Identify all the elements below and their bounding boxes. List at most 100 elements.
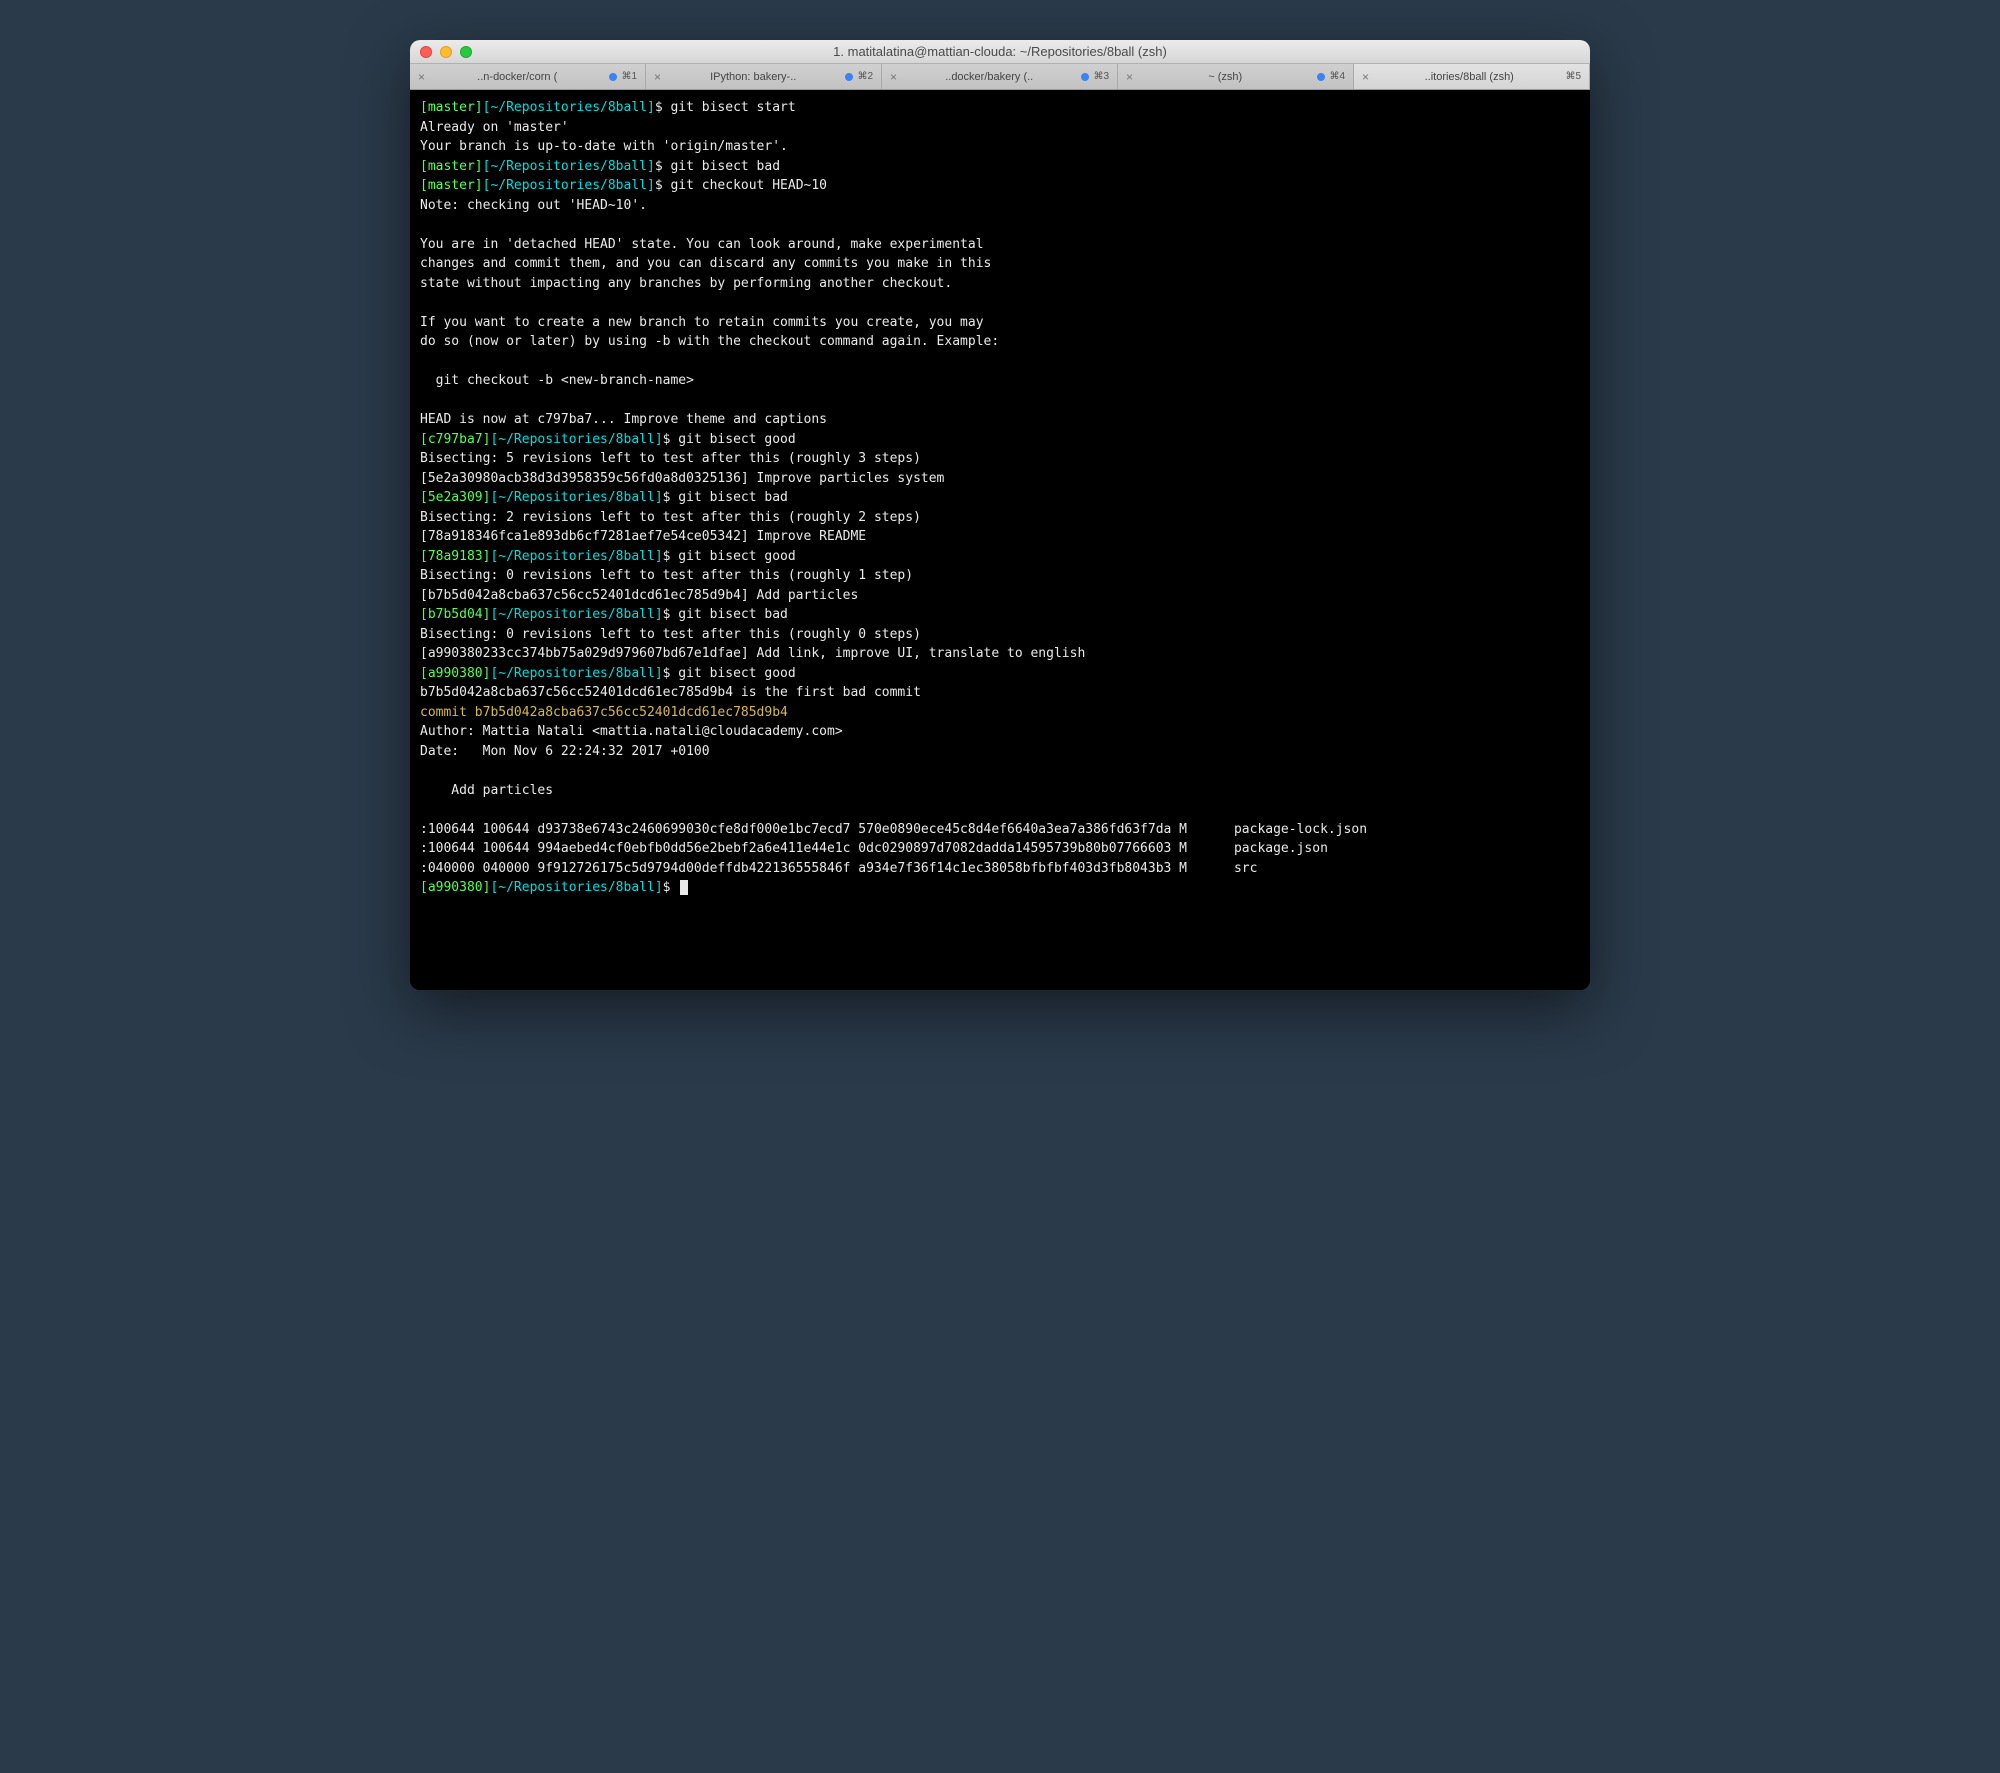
output-text	[420, 354, 428, 369]
prompt-path: [~/Repositories/8ball]	[490, 490, 662, 505]
output-text: Bisecting: 5 revisions left to test afte…	[420, 451, 921, 466]
prompt-path: [~/Repositories/8ball]	[483, 178, 655, 193]
output-text: [b7b5d042a8cba637c56cc52401dcd61ec785d9b…	[420, 588, 858, 603]
prompt-path: [~/Repositories/8ball]	[490, 880, 662, 895]
terminal-line: [a990380][~/Repositories/8ball]$	[420, 878, 1580, 898]
prompt-path: [~/Repositories/8ball]	[490, 432, 662, 447]
tab-label: ..itories/8ball (zsh)	[1373, 71, 1565, 83]
terminal-line: Add particles	[420, 781, 1580, 801]
prompt-branch: [b7b5d04]	[420, 607, 490, 622]
prompt-command: git checkout HEAD~10	[670, 178, 827, 193]
prompt-path: [~/Repositories/8ball]	[483, 100, 655, 115]
terminal-line: Bisecting: 2 revisions left to test afte…	[420, 508, 1580, 528]
prompt-branch: [master]	[420, 159, 483, 174]
terminal-line: [78a918346fca1e893db6cf7281aef7e54ce0534…	[420, 527, 1580, 547]
tab-label: IPython: bakery-..	[665, 71, 841, 83]
prompt-dollar: $	[655, 100, 671, 115]
tab-close-icon[interactable]: ×	[890, 70, 897, 84]
output-text: Your branch is up-to-date with 'origin/m…	[420, 139, 788, 154]
tab-0[interactable]: ×..n-docker/corn (⌘1	[410, 64, 646, 89]
tab-label: ~ (zsh)	[1137, 71, 1313, 83]
tab-shortcut: ⌘4	[1329, 71, 1345, 82]
prompt-command: git bisect start	[670, 100, 795, 115]
tab-close-icon[interactable]: ×	[1126, 70, 1133, 84]
tab-label: ..docker/bakery (..	[901, 71, 1077, 83]
output-text: Bisecting: 0 revisions left to test afte…	[420, 568, 913, 583]
activity-dot-icon	[845, 73, 853, 81]
prompt-dollar: $	[655, 178, 671, 193]
commit-line: commit b7b5d042a8cba637c56cc52401dcd61ec…	[420, 705, 788, 720]
output-text: Bisecting: 2 revisions left to test afte…	[420, 510, 921, 525]
prompt-branch: [5e2a309]	[420, 490, 490, 505]
output-text: Already on 'master'	[420, 120, 569, 135]
tab-close-icon[interactable]: ×	[654, 70, 661, 84]
prompt-dollar: $	[663, 880, 679, 895]
traffic-lights	[420, 46, 472, 58]
output-text	[420, 217, 428, 232]
close-window-button[interactable]	[420, 46, 432, 58]
tab-shortcut: ⌘3	[1093, 71, 1109, 82]
terminal-line: git checkout -b <new-branch-name>	[420, 371, 1580, 391]
tab-3[interactable]: × ~ (zsh) ⌘4	[1118, 64, 1354, 89]
output-text: Bisecting: 0 revisions left to test afte…	[420, 627, 921, 642]
prompt-dollar: $	[663, 666, 679, 681]
terminal-line: [5e2a309][~/Repositories/8ball]$ git bis…	[420, 488, 1580, 508]
terminal-line: HEAD is now at c797ba7... Improve theme …	[420, 410, 1580, 430]
output-text: :100644 100644 d93738e6743c2460699030cfe…	[420, 822, 1367, 837]
terminal-line: You are in 'detached HEAD' state. You ca…	[420, 235, 1580, 255]
cursor	[680, 880, 688, 895]
terminal-line	[420, 761, 1580, 781]
terminal-line: Date: Mon Nov 6 22:24:32 2017 +0100	[420, 742, 1580, 762]
tab-1[interactable]: ×IPython: bakery-..⌘2	[646, 64, 882, 89]
terminal-line: [78a9183][~/Repositories/8ball]$ git bis…	[420, 547, 1580, 567]
terminal-line: :040000 040000 9f912726175c5d9794d00deff…	[420, 859, 1580, 879]
terminal-line: Already on 'master'	[420, 118, 1580, 138]
prompt-dollar: $	[663, 549, 679, 564]
terminal-line: :100644 100644 d93738e6743c2460699030cfe…	[420, 820, 1580, 840]
terminal-line: Note: checking out 'HEAD~10'.	[420, 196, 1580, 216]
maximize-window-button[interactable]	[460, 46, 472, 58]
prompt-branch: [c797ba7]	[420, 432, 490, 447]
terminal-line	[420, 215, 1580, 235]
terminal-line	[420, 800, 1580, 820]
terminal-output[interactable]: [master][~/Repositories/8ball]$ git bise…	[410, 90, 1590, 990]
window-title: 1. matitalatina@mattian-clouda: ~/Reposi…	[420, 44, 1580, 59]
output-text: changes and commit them, and you can dis…	[420, 256, 991, 271]
prompt-command: git bisect good	[678, 432, 795, 447]
output-text: HEAD is now at c797ba7... Improve theme …	[420, 412, 827, 427]
output-text: :040000 040000 9f912726175c5d9794d00deff…	[420, 861, 1257, 876]
terminal-line: Bisecting: 5 revisions left to test afte…	[420, 449, 1580, 469]
output-text: [5e2a30980acb38d3d3958359c56fd0a8d032513…	[420, 471, 944, 486]
minimize-window-button[interactable]	[440, 46, 452, 58]
output-text: Note: checking out 'HEAD~10'.	[420, 198, 647, 213]
prompt-command: git bisect good	[678, 666, 795, 681]
tab-close-icon[interactable]: ×	[1362, 70, 1369, 84]
prompt-path: [~/Repositories/8ball]	[490, 549, 662, 564]
output-text: If you want to create a new branch to re…	[420, 315, 984, 330]
activity-dot-icon	[1081, 73, 1089, 81]
terminal-line: If you want to create a new branch to re…	[420, 313, 1580, 333]
terminal-line: [b7b5d042a8cba637c56cc52401dcd61ec785d9b…	[420, 586, 1580, 606]
output-text: state without impacting any branches by …	[420, 276, 952, 291]
prompt-dollar: $	[663, 432, 679, 447]
output-text	[420, 393, 428, 408]
activity-dot-icon	[1317, 73, 1325, 81]
tab-shortcut: ⌘5	[1565, 71, 1581, 82]
terminal-window: 1. matitalatina@mattian-clouda: ~/Reposi…	[410, 40, 1590, 990]
tab-close-icon[interactable]: ×	[418, 70, 425, 84]
output-text: git checkout -b <new-branch-name>	[420, 373, 694, 388]
tab-shortcut: ⌘1	[621, 71, 637, 82]
tab-2[interactable]: × ..docker/bakery (.. ⌘3	[882, 64, 1118, 89]
prompt-command: git bisect bad	[670, 159, 780, 174]
terminal-line	[420, 293, 1580, 313]
prompt-dollar: $	[655, 159, 671, 174]
output-text: You are in 'detached HEAD' state. You ca…	[420, 237, 984, 252]
terminal-line: changes and commit them, and you can dis…	[420, 254, 1580, 274]
output-text: Add particles	[420, 783, 553, 798]
tab-4[interactable]: × ..itories/8ball (zsh)⌘5	[1354, 64, 1590, 89]
terminal-line: :100644 100644 994aebed4cf0ebfb0dd56e2be…	[420, 839, 1580, 859]
output-text	[420, 295, 428, 310]
terminal-line: [c797ba7][~/Repositories/8ball]$ git bis…	[420, 430, 1580, 450]
terminal-line: b7b5d042a8cba637c56cc52401dcd61ec785d9b4…	[420, 683, 1580, 703]
titlebar: 1. matitalatina@mattian-clouda: ~/Reposi…	[410, 40, 1590, 64]
